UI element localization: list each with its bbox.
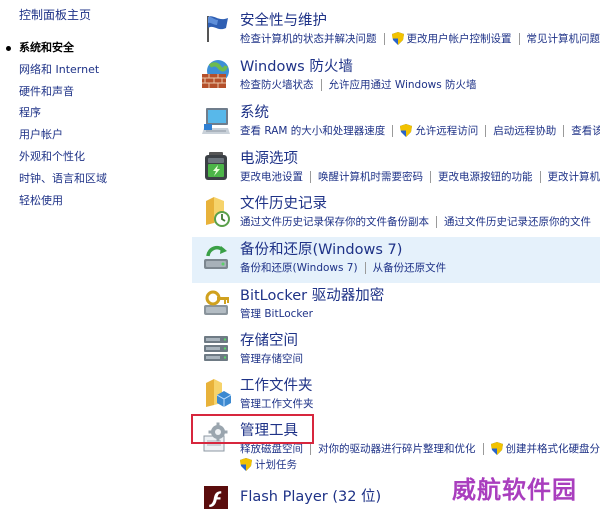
link-ram-speed[interactable]: 查看 RAM 的大小和处理器速度: [240, 123, 385, 138]
category-title[interactable]: Flash Player (32 位): [240, 485, 381, 506]
category-firewall: Windows 防火墙 检查防火墙状态 允许应用通过 Windows 防火墙: [192, 54, 600, 100]
link-remote-access[interactable]: 允许远程访问: [415, 123, 478, 138]
link-manage-storage[interactable]: 管理存储空间: [240, 351, 303, 366]
nav-item-appearance[interactable]: 外观和个性化: [19, 146, 107, 168]
backup-icon: [204, 245, 228, 269]
category-title[interactable]: 工作文件夹: [240, 374, 313, 395]
link-restore-from-backup[interactable]: 从备份还原文件: [373, 260, 447, 275]
nav-home-link[interactable]: 控制面板主页: [19, 6, 91, 23]
work-folders-icon: [206, 379, 232, 407]
separator: [364, 261, 366, 274]
separator: [392, 124, 394, 137]
category-title[interactable]: BitLocker 驱动器加密: [240, 284, 384, 305]
link-schedule-tasks[interactable]: 计划任务: [255, 457, 297, 472]
link-wake-password[interactable]: 唤醒计算机时需要密码: [318, 169, 423, 184]
nav-item-system-security[interactable]: 系统和安全: [6, 37, 107, 59]
computer-icon: [202, 108, 230, 134]
uac-shield-icon: [240, 458, 252, 471]
uac-shield-icon: [400, 124, 413, 137]
category-work-folders: 工作文件夹 管理工作文件夹: [192, 373, 600, 419]
link-sleep-time[interactable]: 更改计算机睡眠时间: [548, 169, 600, 184]
separator: [539, 170, 541, 183]
nav-item-programs[interactable]: 程序: [19, 102, 107, 124]
watermark: 威航软件园: [452, 476, 577, 504]
link-uac-settings[interactable]: 更改用户帐户控制设置: [407, 31, 512, 46]
flash-icon: [204, 486, 228, 509]
separator: [430, 170, 431, 183]
category-title[interactable]: 文件历史记录: [240, 192, 327, 213]
link-create-partitions[interactable]: 创建并格式化硬盘分区: [506, 441, 600, 456]
battery-icon: [205, 152, 227, 180]
nav-item-clock-region[interactable]: 时钟、语言和区域: [19, 168, 107, 190]
separator: [310, 170, 311, 183]
category-title[interactable]: 系统: [240, 101, 269, 122]
category-storage-spaces: 存储空间 管理存储空间: [192, 328, 600, 374]
separator: [310, 442, 311, 455]
link-save-backup[interactable]: 通过文件历史记录保存你的文件备份副本: [240, 214, 429, 229]
link-troubleshoot[interactable]: 常见计算机问题疑难解答: [527, 31, 600, 46]
nav-list: 系统和安全 网络和 Internet 硬件和声音 程序 用户帐户 外观和个性化 …: [6, 37, 107, 212]
flag-icon: [207, 16, 228, 42]
separator: [485, 124, 487, 137]
link-power-button[interactable]: 更改电源按钮的功能: [438, 169, 533, 184]
category-title[interactable]: 安全性与维护: [240, 9, 327, 30]
uac-shield-icon: [490, 442, 503, 455]
link-allow-app[interactable]: 允许应用通过 Windows 防火墙: [329, 77, 477, 92]
nav-item-hardware[interactable]: 硬件和声音: [19, 81, 107, 103]
file-history-icon: [206, 197, 230, 227]
separator: [482, 442, 484, 455]
separator: [383, 32, 385, 45]
category-security-maintenance: 安全性与维护 检查计算机的状态并解决问题 更改用户帐户控制设置 常见计算机问题疑…: [192, 8, 600, 54]
nav-item-network[interactable]: 网络和 Internet: [19, 59, 107, 81]
left-nav: 控制面板主页 系统和安全 网络和 Internet 硬件和声音 程序 用户帐户 …: [0, 0, 190, 509]
uac-shield-icon: [391, 32, 404, 45]
link-defragment[interactable]: 对你的驱动器进行碎片整理和优化: [318, 441, 476, 456]
link-remote-assistance[interactable]: 启动远程协助: [493, 123, 556, 138]
storage-icon: [204, 336, 228, 361]
category-file-history: 文件历史记录 通过文件历史记录保存你的文件备份副本 通过文件历史记录还原你的文件: [192, 191, 600, 237]
category-backup-restore: 备份和还原(Windows 7) 备份和还原(Windows 7) 从备份还原文…: [192, 237, 600, 283]
link-restore-files[interactable]: 通过文件历史记录还原你的文件: [444, 214, 591, 229]
link-backup-restore[interactable]: 备份和还原(Windows 7): [240, 260, 358, 275]
separator: [436, 215, 437, 228]
category-title[interactable]: 存储空间: [240, 329, 298, 350]
category-bitlocker: BitLocker 驱动器加密 管理 BitLocker: [192, 283, 600, 329]
category-title[interactable]: 备份和还原(Windows 7): [240, 238, 402, 259]
separator: [563, 124, 565, 137]
bitlocker-icon: [204, 290, 229, 315]
category-system: 系统 查看 RAM 的大小和处理器速度 允许远程访问 启动远程协助 查看该计算机…: [192, 100, 600, 146]
separator: [320, 78, 322, 91]
nav-item-ease-of-access[interactable]: 轻松使用: [19, 190, 107, 212]
category-title[interactable]: 电源选项: [240, 147, 298, 168]
separator: [518, 32, 520, 45]
highlight-box: [191, 414, 314, 444]
link-manage-bitlocker[interactable]: 管理 BitLocker: [240, 306, 313, 321]
firewall-icon: [202, 60, 229, 88]
category-power: 电源选项 更改电池设置 唤醒计算机时需要密码 更改电源按钮的功能 更改计算机睡眠…: [192, 146, 600, 192]
category-title[interactable]: Windows 防火墙: [240, 55, 353, 76]
link-battery-settings[interactable]: 更改电池设置: [240, 169, 303, 184]
nav-item-user-accounts[interactable]: 用户帐户: [19, 124, 107, 146]
link-firewall-status[interactable]: 检查防火墙状态: [240, 77, 314, 92]
link-manage-work-folders[interactable]: 管理工作文件夹: [240, 396, 314, 411]
link-check-status[interactable]: 检查计算机的状态并解决问题: [240, 31, 377, 46]
link-computer-name[interactable]: 查看该计算机的名称: [571, 123, 600, 138]
